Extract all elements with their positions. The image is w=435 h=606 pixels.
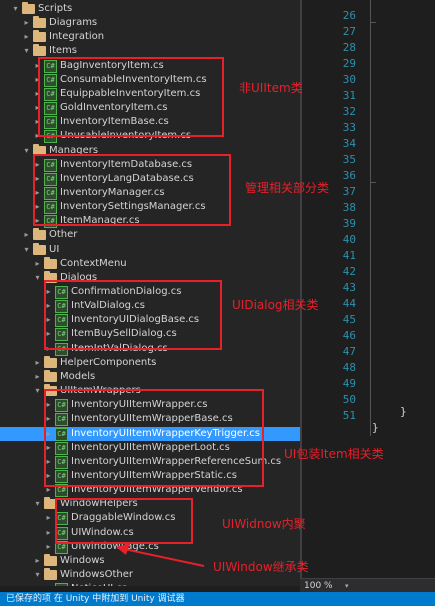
- annotation-arrow: [116, 543, 205, 567]
- ide-window: ▾ Scripts ▸ Diagrams ▸ Integration ▾ Items ▸ C# Ba…: [0, 0, 435, 606]
